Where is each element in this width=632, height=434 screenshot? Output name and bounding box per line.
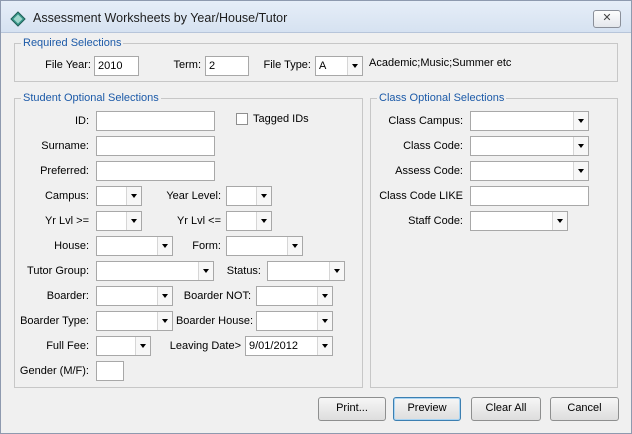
id-label: ID: (74, 115, 89, 127)
chevron-down-icon[interactable] (126, 212, 141, 230)
tutor-group-select[interactable] (96, 261, 214, 281)
close-button[interactable]: ✕ (593, 10, 621, 28)
yr-lvl-gte-select[interactable] (96, 211, 142, 231)
boarder-select[interactable] (96, 286, 173, 306)
chevron-down-icon[interactable] (256, 212, 271, 230)
window-title: Assessment Worksheets by Year/House/Tuto… (33, 11, 288, 25)
gender-input[interactable] (96, 361, 124, 381)
chevron-down-icon[interactable] (573, 162, 588, 180)
file-type-label: File Type: (263, 59, 312, 71)
class-campus-label: Class Campus: (388, 115, 463, 127)
dialog-window: Assessment Worksheets by Year/House/Tuto… (0, 0, 632, 434)
boarder-type-select[interactable] (96, 311, 173, 331)
form-select[interactable] (226, 236, 303, 256)
term-input[interactable]: 2 (205, 56, 249, 76)
tagged-ids-checkbox[interactable] (236, 113, 248, 125)
assess-code-select[interactable] (470, 161, 589, 181)
surname-label: Surname: (41, 140, 89, 152)
boarder-label: Boarder: (46, 290, 89, 302)
chevron-down-icon[interactable] (552, 212, 567, 230)
file-year-label: File Year: (45, 59, 91, 71)
chevron-down-icon[interactable] (157, 287, 172, 305)
chevron-down-icon[interactable] (317, 337, 332, 355)
staff-code-select[interactable] (470, 211, 568, 231)
yr-lvl-gte-label: Yr Lvl >= (44, 215, 89, 227)
file-type-select[interactable]: A (315, 56, 363, 76)
year-level-label: Year Level: (166, 190, 221, 202)
assess-code-label: Assess Code: (395, 165, 463, 177)
class-code-like-label: Class Code LIKE (379, 190, 463, 202)
class-code-label: Class Code: (403, 140, 463, 152)
id-input[interactable] (96, 111, 215, 131)
chevron-down-icon[interactable] (157, 237, 172, 255)
title-bar[interactable]: Assessment Worksheets by Year/House/Tuto… (1, 1, 631, 33)
gender-label: Gender (M/F): (19, 365, 89, 377)
class-code-like-input[interactable] (470, 186, 589, 206)
surname-input[interactable] (96, 136, 215, 156)
chevron-down-icon[interactable] (317, 287, 332, 305)
file-type-hint: Academic;Music;Summer etc (369, 57, 512, 69)
leaving-date-value: 9/01/2012 (249, 340, 298, 352)
cancel-button[interactable]: Cancel (550, 397, 619, 421)
campus-label: Campus: (44, 190, 89, 202)
boarder-house-select[interactable] (256, 311, 333, 331)
boarder-house-label: Boarder House: (175, 315, 253, 327)
student-optional-legend: Student Optional Selections (23, 92, 159, 104)
chevron-down-icon[interactable] (317, 312, 332, 330)
chevron-down-icon[interactable] (256, 187, 271, 205)
full-fee-select[interactable] (96, 336, 151, 356)
class-campus-select[interactable] (470, 111, 589, 131)
chevron-down-icon[interactable] (157, 312, 172, 330)
boarder-not-select[interactable] (256, 286, 333, 306)
yr-lvl-lte-select[interactable] (226, 211, 272, 231)
yr-lvl-lte-label: Yr Lvl <= (176, 215, 221, 227)
chevron-down-icon[interactable] (135, 337, 150, 355)
preferred-label: Preferred: (40, 165, 89, 177)
house-label: House: (54, 240, 89, 252)
form-label: Form: (192, 240, 221, 252)
chevron-down-icon[interactable] (573, 112, 588, 130)
campus-select[interactable] (96, 186, 142, 206)
chevron-down-icon[interactable] (329, 262, 344, 280)
boarder-type-label: Boarder Type: (20, 315, 89, 327)
diamond-app-icon (10, 11, 26, 27)
full-fee-label: Full Fee: (46, 340, 89, 352)
preferred-input[interactable] (96, 161, 215, 181)
file-type-value: A (319, 60, 327, 72)
required-selections-legend: Required Selections (23, 37, 122, 49)
boarder-not-label: Boarder NOT: (183, 290, 251, 302)
print-button[interactable]: Print... (318, 397, 386, 421)
chevron-down-icon[interactable] (347, 57, 362, 75)
chevron-down-icon[interactable] (126, 187, 141, 205)
preview-button[interactable]: Preview (393, 397, 461, 421)
close-icon: ✕ (602, 12, 612, 24)
tutor-group-label: Tutor Group: (27, 265, 89, 277)
term-label: Term: (173, 59, 202, 71)
house-select[interactable] (96, 236, 173, 256)
file-year-input[interactable]: 2010 (94, 56, 139, 76)
class-code-select[interactable] (470, 136, 589, 156)
staff-code-label: Staff Code: (408, 215, 463, 227)
status-label: Status: (226, 265, 261, 277)
clear-all-button[interactable]: Clear All (471, 397, 541, 421)
tagged-ids-label: Tagged IDs (253, 113, 309, 125)
year-level-select[interactable] (226, 186, 272, 206)
status-select[interactable] (267, 261, 345, 281)
leaving-date-picker[interactable]: 9/01/2012 (245, 336, 333, 356)
leaving-date-label: Leaving Date> (169, 340, 241, 352)
chevron-down-icon[interactable] (573, 137, 588, 155)
class-optional-legend: Class Optional Selections (379, 92, 505, 104)
chevron-down-icon[interactable] (287, 237, 302, 255)
